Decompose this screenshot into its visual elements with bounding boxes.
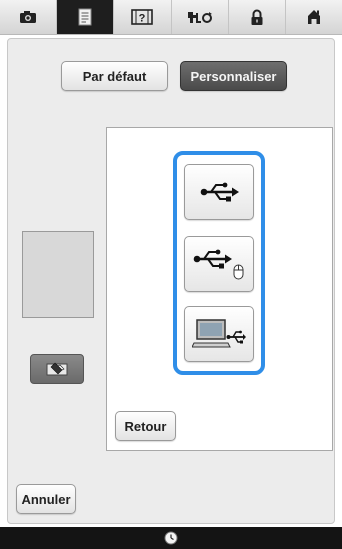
- usb-mouse-icon: [193, 249, 244, 280]
- tab-help[interactable]: ?: [114, 0, 172, 34]
- default-button[interactable]: Par défaut: [61, 61, 168, 91]
- tab-document[interactable]: [57, 0, 115, 34]
- tab-home[interactable]: [285, 0, 342, 34]
- usb-icon: [200, 182, 239, 202]
- usb-mouse-button[interactable]: [184, 236, 254, 292]
- eraser-button[interactable]: [30, 354, 84, 384]
- tab-lock[interactable]: [228, 0, 286, 34]
- top-tab-bar: ?: [0, 0, 342, 35]
- preview-window: [22, 231, 94, 318]
- svg-text:?: ?: [139, 13, 146, 25]
- eraser-icon: [46, 362, 68, 376]
- tab-thread-settings[interactable]: [171, 0, 229, 34]
- thread-tension-icon: [187, 12, 212, 23]
- usb-computer-icon: [192, 319, 246, 348]
- document-icon: [78, 8, 92, 26]
- usb-computer-button[interactable]: [184, 306, 254, 362]
- tab-camera[interactable]: [0, 0, 58, 34]
- camera-icon: [20, 11, 37, 23]
- lock-icon: [251, 9, 263, 25]
- clock-icon: [164, 531, 178, 545]
- bottom-status-bar: [0, 527, 342, 549]
- usb-device-button[interactable]: [184, 164, 254, 220]
- customize-button[interactable]: Personnaliser: [180, 61, 287, 91]
- back-button[interactable]: Retour: [115, 411, 176, 441]
- cancel-button[interactable]: Annuler: [16, 484, 76, 514]
- home-icon: [307, 10, 320, 24]
- help-icon: ?: [131, 9, 154, 25]
